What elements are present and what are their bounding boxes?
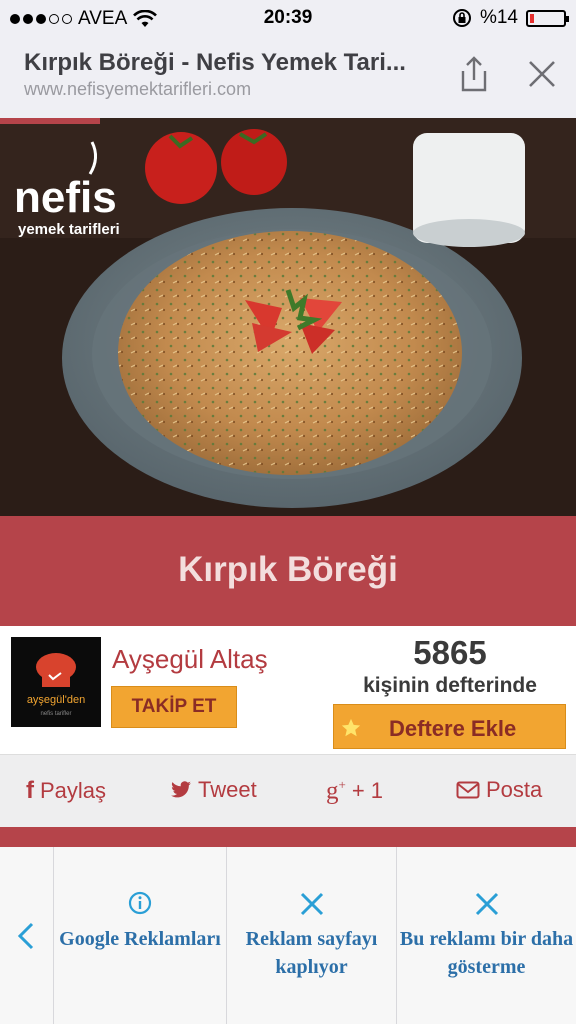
info-icon [128,891,152,915]
facebook-icon: f [26,777,34,804]
avatar-subtext: nefis tarifler [40,711,71,717]
close-icon [300,892,323,916]
google-plus-button[interactable]: g+ + 1 [326,777,383,805]
author-name[interactable]: Ayşegül Altaş [112,644,268,675]
hide-ad-label: Bu reklamı bir daha gösterme [399,928,574,978]
ad-covers-page-label: Reklam sayfayı kaplıyor [245,928,378,978]
ad-covers-page-button[interactable]: Reklam sayfayı kaplıyor [226,847,396,1024]
mail-icon [456,781,480,799]
page-url[interactable]: www.nefisyemektarifleri.com [24,79,251,100]
battery-percent: %14 [479,7,518,28]
google-plus-label: + 1 [351,778,384,804]
follow-button[interactable]: TAKİP ET [111,686,237,728]
recipe-title: Kırpık Böreği [178,550,398,589]
author-panel: ayşegül'den nefis tarifler Ayşegül Altaş… [0,626,576,755]
recipe-title-bar: Kırpık Böreği [0,516,576,626]
tweet-button[interactable]: Tweet [170,777,257,803]
facebook-share-button[interactable]: f Paylaş [26,777,106,805]
mail-share-label: Posta [486,777,543,802]
saved-count-label: kişinin defterinde [363,674,537,697]
ad-feedback-bar: Google Reklamları Reklam sayfayı kaplıyo… [0,847,576,1024]
section-divider [0,827,576,847]
share-icon[interactable] [454,54,494,94]
recipe-photo: nefis yemek tarifleri [0,118,576,516]
hide-ad-button[interactable]: Bu reklamı bir daha gösterme [396,847,576,1024]
share-bar: f Paylaş Tweet g+ + 1 Posta [0,755,576,827]
google-ads-button[interactable]: Google Reklamları [53,847,226,1024]
close-icon [475,892,498,916]
author-avatar[interactable]: ayşegül'den nefis tarifler [11,637,101,727]
add-to-notebook-label: Deftere Ekle [389,716,517,741]
chevron-left-icon [17,922,34,950]
mail-share-button[interactable]: Posta [456,777,542,803]
brand-logo: nefis [14,173,117,222]
brand-logo-sub: yemek tarifleri [18,221,120,238]
add-to-notebook-button[interactable]: Deftere Ekle [333,704,566,749]
google-plus-icon: g+ [326,777,346,805]
google-ads-label: Google Reklamları [59,928,221,950]
facebook-share-label: Paylaş [40,778,107,803]
battery-icon [526,9,569,27]
close-icon[interactable] [522,54,562,94]
page-title: Kırpık Böreği - Nefis Yemek Tari... [24,49,406,76]
star-icon [341,718,361,737]
twitter-icon [171,781,191,798]
avatar-text: ayşegül'den [27,694,85,706]
ad-back-button[interactable] [0,847,53,1024]
browser-header: Kırpık Böreği - Nefis Yemek Tari... www.… [0,36,576,119]
saved-count: 5865 [413,634,487,671]
tweet-label: Tweet [198,777,257,802]
status-bar: AVEA 20:39 %14 [0,0,576,36]
orientation-lock-icon [452,9,471,27]
